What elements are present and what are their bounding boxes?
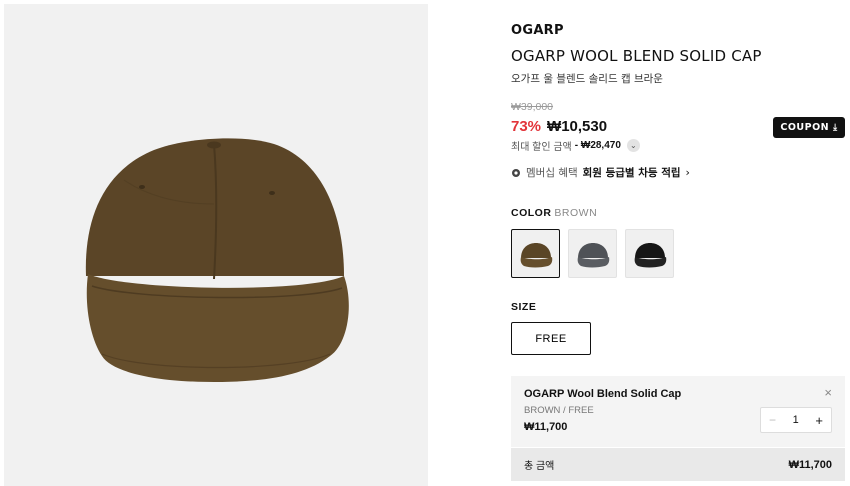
size-option-free[interactable]: FREE: [511, 322, 591, 355]
max-discount-label: 최대 할인 금액: [511, 142, 572, 153]
product-title: OGARP WOOL BLEND SOLID CAP: [511, 47, 762, 65]
product-subtitle: 오가프 울 블렌드 솔리드 캡 브라운: [511, 73, 663, 85]
coupon-button[interactable]: COUPON ⤓: [773, 117, 845, 138]
decrease-button[interactable]: −: [769, 413, 776, 427]
selected-color: BROWN: [554, 207, 598, 219]
total-label: 총 금액: [524, 461, 555, 472]
original-price: ₩39,000: [511, 101, 554, 113]
increase-button[interactable]: +: [815, 413, 823, 428]
chevron-right-icon: ›: [685, 166, 690, 179]
total-price-bar: 총 금액 ₩11,700: [511, 448, 845, 481]
color-swatch-black[interactable]: [625, 229, 674, 278]
max-discount-value: - ₩28,470: [574, 140, 621, 151]
download-icon: ⤓: [833, 122, 838, 133]
black-cap-thumbnail: [634, 243, 667, 268]
color-title: COLOR: [511, 207, 552, 219]
product-info-panel: OGARP OGARP WOOL BLEND SOLID CAP 오가프 울 블…: [511, 0, 845, 486]
brown-cap-thumbnail: [520, 243, 553, 268]
max-discount: 최대 할인 금액 - ₩28,470 ⌄: [511, 138, 640, 153]
cart-item-price: ₩11,700: [524, 421, 568, 433]
quantity-stepper: − 1 +: [760, 407, 832, 433]
color-swatch-gray[interactable]: [568, 229, 617, 278]
sale-price: ₩10,530: [547, 118, 608, 135]
membership-benefit[interactable]: 멤버십 혜택 회원 등급별 차등 적립 ›: [511, 165, 690, 180]
product-image: [4, 4, 428, 486]
total-amount: ₩11,700: [788, 458, 832, 471]
cart-item-option: BROWN / FREE: [524, 405, 594, 416]
coupon-label: COUPON: [780, 122, 830, 133]
chevron-down-icon[interactable]: ⌄: [626, 139, 640, 152]
discount-rate: 73%: [511, 118, 542, 135]
brown-cap-illustration: [85, 138, 349, 382]
brand-name[interactable]: OGARP: [511, 23, 564, 38]
color-swatch-brown[interactable]: [511, 229, 560, 278]
membership-label: 멤버십 혜택: [526, 167, 578, 179]
price-row: 73% ₩10,530: [511, 118, 607, 135]
cart-item-name: OGARP Wool Blend Solid Cap: [524, 388, 682, 400]
gray-cap-thumbnail: [577, 243, 610, 268]
size-label: SIZE: [511, 301, 537, 313]
gear-icon: [512, 168, 520, 177]
close-icon[interactable]: ×: [824, 385, 832, 400]
membership-value: 회원 등급별 차등 적립: [582, 167, 681, 179]
quantity-value[interactable]: 1: [793, 414, 799, 426]
selected-option-box: OGARP Wool Blend Solid Cap BROWN / FREE …: [511, 376, 845, 447]
color-label: COLOR BROWN: [511, 207, 597, 219]
